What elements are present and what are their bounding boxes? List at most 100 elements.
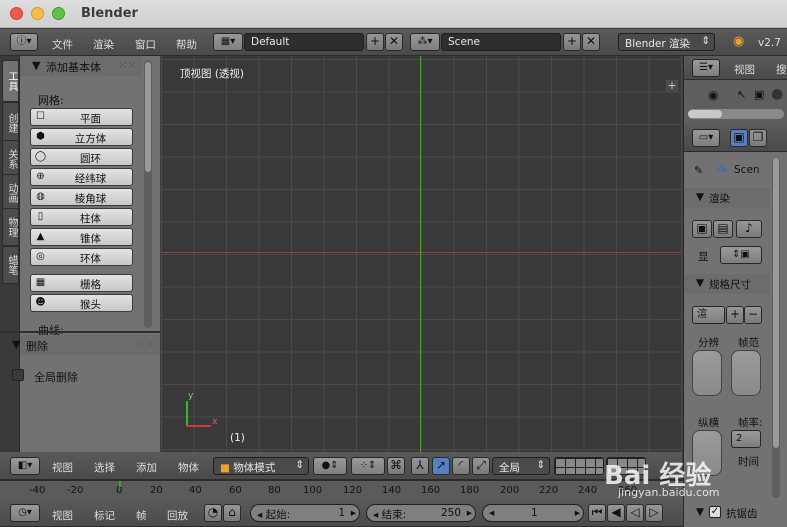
menu-file[interactable]: 文件 bbox=[52, 37, 73, 52]
menu-marker[interactable]: 标记 bbox=[94, 508, 115, 523]
anti-alias-checkbox[interactable]: ✓ bbox=[709, 506, 721, 518]
drag-handle-icon[interactable]: ⁙⁙ bbox=[118, 59, 136, 72]
keying-set-button[interactable]: ◔ bbox=[204, 504, 222, 522]
layer-buttons[interactable] bbox=[554, 457, 604, 475]
add-cube-button[interactable]: ⬢ 立方体 bbox=[30, 128, 133, 146]
add-uv-sphere-button[interactable]: ⊕ 经纬球 bbox=[30, 168, 133, 186]
start-frame-field[interactable]: ◂ 起始: 1 ▸ bbox=[250, 504, 360, 522]
cursor-icon[interactable]: ↖ bbox=[737, 88, 746, 101]
frame-rate-select[interactable]: 2 bbox=[731, 430, 761, 448]
menu-view[interactable]: 视图 bbox=[734, 62, 755, 77]
anti-alias-panel-header[interactable]: ▼ ✓ 抗锯齿 bbox=[683, 500, 787, 527]
add-layout-button[interactable]: + bbox=[366, 33, 384, 51]
editor-type-button[interactable]: ◧▾ bbox=[10, 457, 40, 475]
audio-button[interactable]: ♪ bbox=[736, 220, 762, 238]
prev-keyframe-button[interactable]: ◀ bbox=[607, 504, 625, 522]
minimize-window-button[interactable] bbox=[31, 7, 44, 20]
tab-tools[interactable]: 工具 bbox=[2, 60, 19, 102]
tab-relations[interactable]: 关系 bbox=[2, 140, 19, 178]
manipulator-toggle-button[interactable]: ⌘ bbox=[387, 457, 405, 475]
end-frame-field[interactable]: ◂ 结束: 250 ▸ bbox=[366, 504, 476, 522]
shelf-scrollbar[interactable] bbox=[144, 60, 152, 328]
jump-start-button[interactable]: ⏮ bbox=[588, 504, 606, 522]
render-context-tab[interactable]: ▣ bbox=[730, 129, 748, 147]
current-frame-marker[interactable] bbox=[119, 481, 121, 487]
lock-button[interactable]: ⌂ bbox=[223, 504, 241, 522]
editor-type-button[interactable]: ☰▾ bbox=[692, 59, 720, 77]
expand-panel-plus-icon[interactable]: + bbox=[666, 80, 678, 92]
add-cone-button[interactable]: ▲ 锥体 bbox=[30, 228, 133, 246]
translate-manipulator-button[interactable]: ⅄ bbox=[411, 457, 429, 475]
maximize-window-button[interactable] bbox=[52, 7, 65, 20]
menu-window[interactable]: 窗口 bbox=[135, 37, 156, 52]
menu-frame[interactable]: 帧 bbox=[136, 508, 147, 523]
delete-panel-header[interactable]: ▼ 删除 ⁙⁙ bbox=[12, 335, 160, 355]
eye-icon[interactable]: ◉ bbox=[708, 88, 718, 102]
menu-help[interactable]: 帮助 bbox=[176, 37, 197, 52]
delete-layout-button[interactable]: ✕ bbox=[385, 33, 403, 51]
increment-arrow-icon[interactable]: ▸ bbox=[575, 507, 580, 519]
shelf-scrollbar-thumb[interactable] bbox=[145, 62, 151, 172]
tab-animation[interactable]: 动画 bbox=[2, 174, 19, 212]
add-torus-button[interactable]: ◎ 环体 bbox=[30, 248, 133, 266]
decrement-arrow-icon[interactable]: ◂ bbox=[257, 509, 262, 521]
add-plane-button[interactable]: ☐ 平面 bbox=[30, 108, 133, 126]
delete-scene-button[interactable]: ✕ bbox=[582, 33, 600, 51]
render-layers-tab[interactable]: ❐ bbox=[749, 129, 767, 147]
outliner-hscrollbar-thumb[interactable] bbox=[688, 110, 722, 118]
play-reverse-button[interactable]: ◁ bbox=[626, 504, 644, 522]
global-delete-checkbox[interactable] bbox=[12, 369, 24, 381]
screen-layout-field[interactable]: Default bbox=[244, 33, 364, 51]
outliner-hscrollbar[interactable] bbox=[688, 109, 784, 119]
menu-add[interactable]: 添加 bbox=[136, 460, 157, 475]
editor-type-button[interactable]: ▭▾ bbox=[692, 129, 720, 147]
render-still-button[interactable]: ▣ bbox=[692, 220, 712, 238]
add-cylinder-button[interactable]: ▯ 柱体 bbox=[30, 208, 133, 226]
current-frame-field[interactable]: ◂ 1 ▸ bbox=[482, 504, 584, 522]
menu-select[interactable]: 选择 bbox=[94, 460, 115, 475]
scale-manipulator-button[interactable]: ⤢ bbox=[472, 457, 490, 475]
screen-layout-browse-button[interactable]: ▦▾ bbox=[213, 33, 243, 51]
add-scene-button[interactable]: + bbox=[563, 33, 581, 51]
menu-object[interactable]: 物体 bbox=[178, 460, 199, 475]
transform-orientation-select[interactable]: 全局 ⇕ bbox=[492, 457, 550, 475]
frame-range-fields[interactable] bbox=[731, 350, 761, 396]
tab-physics[interactable]: 物理 bbox=[2, 208, 19, 246]
render-toggle-icon[interactable]: ● bbox=[771, 86, 783, 102]
decrement-arrow-icon[interactable]: ◂ bbox=[489, 507, 494, 519]
editor-type-button[interactable]: ◷▾ bbox=[10, 504, 40, 522]
add-monkey-button[interactable]: ☻ 猴头 bbox=[30, 294, 133, 312]
menu-view[interactable]: 视图 bbox=[52, 460, 73, 475]
increment-arrow-icon[interactable]: ▸ bbox=[467, 507, 472, 519]
3d-viewport[interactable]: 顶视图 (透视) + y x (1) bbox=[161, 56, 682, 452]
rotate-manipulator-button[interactable]: ◜ bbox=[452, 457, 470, 475]
remove-preset-button[interactable]: − bbox=[744, 306, 762, 324]
increment-arrow-icon[interactable]: ▸ bbox=[351, 507, 356, 519]
viewport-shading-select[interactable]: ●⇕ bbox=[313, 457, 347, 475]
properties-scrollbar[interactable] bbox=[772, 158, 780, 498]
play-button[interactable]: ▷ bbox=[645, 504, 663, 522]
scene-browse-button[interactable]: ⁂▾ bbox=[410, 33, 440, 51]
resolution-fields[interactable] bbox=[692, 350, 722, 396]
scene-field[interactable]: Scene bbox=[441, 33, 561, 51]
tab-grease-pencil[interactable]: 蜡笔 bbox=[2, 246, 19, 284]
menu-playback[interactable]: 回放 bbox=[167, 508, 188, 523]
pivot-point-select[interactable]: ⁘⇕ bbox=[351, 457, 385, 475]
add-primitive-panel-header[interactable]: ▼ 添加基本体 ⁙⁙ bbox=[20, 56, 142, 76]
interaction-mode-select[interactable]: ■ 物体模式 ⇕ bbox=[213, 457, 309, 475]
render-preset-select[interactable]: 渲 bbox=[692, 306, 725, 324]
add-ico-sphere-button[interactable]: ◍ 棱角球 bbox=[30, 188, 133, 206]
add-preset-button[interactable]: + bbox=[726, 306, 744, 324]
render-engine-select[interactable]: Blender 渲染 ⇕ bbox=[618, 33, 715, 51]
render-panel-header[interactable]: ▼ 渲染 bbox=[684, 188, 770, 208]
add-circle-button[interactable]: ◯ 圆环 bbox=[30, 148, 133, 166]
camera-icon[interactable]: ▣ bbox=[754, 88, 764, 101]
drag-handle-icon[interactable]: ⁙⁙ bbox=[136, 338, 154, 351]
display-select[interactable]: ⇕▣ bbox=[720, 246, 762, 264]
menu-render[interactable]: 渲染 bbox=[93, 37, 114, 52]
dimensions-panel-header[interactable]: ▼ 规格尺寸 bbox=[684, 274, 770, 294]
close-window-button[interactable] bbox=[10, 7, 23, 20]
decrement-arrow-icon[interactable]: ◂ bbox=[373, 509, 378, 521]
pin-icon[interactable]: ✎ bbox=[694, 164, 703, 177]
editor-type-button[interactable]: ⓘ▾ bbox=[10, 33, 38, 51]
